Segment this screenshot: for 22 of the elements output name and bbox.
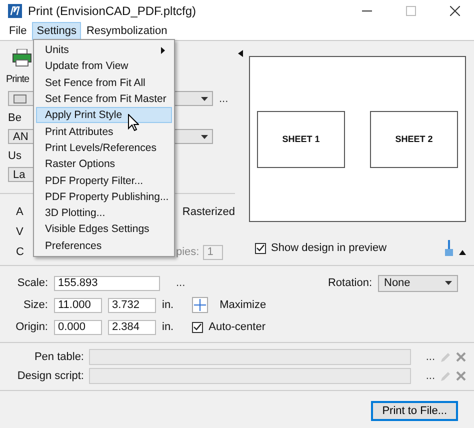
field-label: Pen table: bbox=[33, 351, 84, 363]
field-label: Size: bbox=[22, 299, 48, 311]
option-label: A bbox=[15, 206, 24, 218]
sheet-outline: SHEET 2 bbox=[370, 110, 458, 168]
sheet-outline: SHEET 1 bbox=[257, 110, 345, 168]
field-label: Origin: bbox=[14, 321, 48, 333]
window-title: Print (EnvisionCAD_PDF.pltcfg) bbox=[28, 4, 196, 18]
field-label: Be bbox=[8, 111, 22, 125]
field-label: Scale: bbox=[16, 277, 48, 289]
copies-label: pies: bbox=[176, 246, 200, 258]
checkbox-label: Auto-center bbox=[208, 321, 266, 333]
option-label: Rasterized bbox=[182, 206, 235, 218]
field-label: Design script: bbox=[16, 370, 84, 382]
option-label: C bbox=[15, 246, 25, 258]
maximize-label: Maximize bbox=[220, 299, 266, 311]
unit-label: in. bbox=[162, 299, 174, 311]
checkbox-label: Show design in preview bbox=[271, 242, 387, 254]
field-label: Us bbox=[8, 149, 22, 163]
field-label: Printe bbox=[6, 73, 30, 87]
unit-label: in. bbox=[162, 321, 174, 333]
field-label: Rotation: bbox=[328, 277, 372, 289]
option-label: V bbox=[15, 226, 24, 238]
